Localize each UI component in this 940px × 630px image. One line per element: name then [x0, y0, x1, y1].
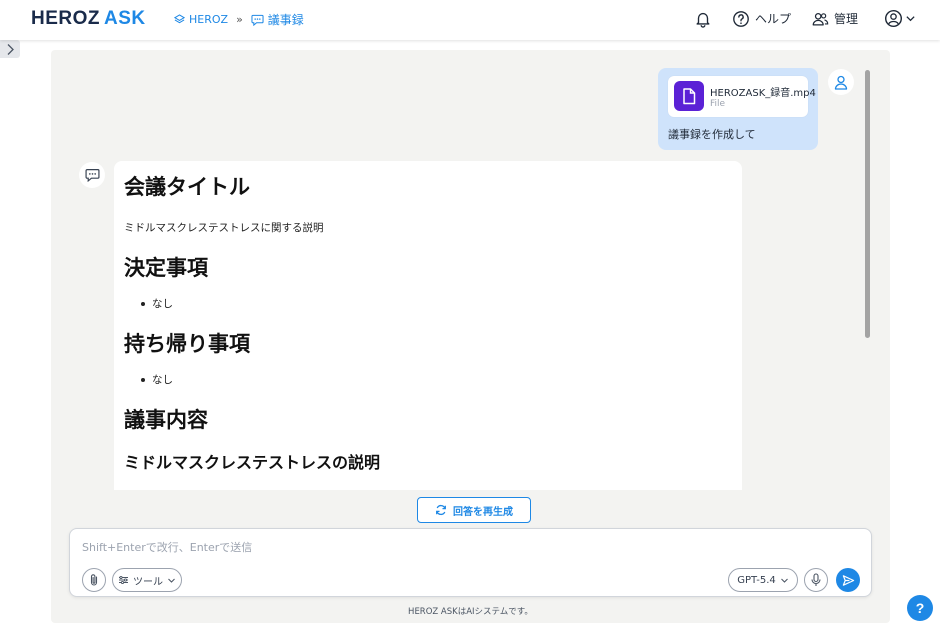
- brand-suffix: ASK: [104, 8, 146, 29]
- workspace-icon: [174, 14, 185, 24]
- breadcrumb-workspace-label: HEROZ: [189, 13, 229, 26]
- breadcrumb-page[interactable]: 議事録: [251, 11, 304, 28]
- list-item: なし: [124, 373, 732, 387]
- message-input[interactable]: [82, 538, 842, 556]
- breadcrumb: HEROZ » 議事録: [174, 11, 304, 28]
- minutes-subheading: ミドルマスクレステストレスの説明: [124, 453, 381, 472]
- assistant-message: 会議タイトル ミドルマスクレステストレスに関する説明 決定事項 なし 持ち帰り事…: [114, 161, 742, 490]
- notifications-button[interactable]: [694, 10, 712, 28]
- file-name: HEROZASK_録音.mp4: [710, 88, 816, 99]
- breadcrumb-workspace[interactable]: HEROZ: [174, 13, 228, 26]
- chevron-down-icon: [168, 578, 175, 583]
- bell-icon: [696, 12, 710, 28]
- user-icon: [834, 75, 848, 90]
- file-icon: [674, 81, 704, 111]
- account-icon: [884, 9, 903, 28]
- regenerate-button[interactable]: 回答を再生成: [417, 497, 531, 523]
- user-avatar: [828, 69, 854, 95]
- breadcrumb-separator: »: [236, 13, 243, 26]
- brand-name: HEROZ: [31, 8, 100, 29]
- chevron-right-icon: [7, 43, 14, 55]
- header-actions: ヘルプ 管理: [674, 9, 916, 28]
- chevron-down-icon: [780, 578, 788, 583]
- breadcrumb-page-label: 議事録: [267, 13, 304, 27]
- sidebar-toggle-button[interactable]: [0, 40, 20, 58]
- minutes-content-heading: 議事内容: [124, 408, 208, 432]
- admin-label: 管理: [833, 12, 858, 26]
- help-fab-button[interactable]: ?: [907, 595, 933, 621]
- takeaways-list: なし: [124, 373, 732, 387]
- ai-disclaimer: HEROZ ASKはAIシステムです。: [408, 607, 533, 617]
- help-button[interactable]: ヘルプ: [732, 10, 791, 28]
- app-header: HEROZ ASK HEROZ » 議事録 ヘルプ 管理: [0, 0, 940, 40]
- decisions-heading: 決定事項: [124, 256, 208, 280]
- model-selector[interactable]: GPT-5.4: [728, 568, 798, 592]
- scrollbar[interactable]: [865, 70, 870, 338]
- decisions-list: なし: [124, 297, 732, 311]
- chat-panel: HEROZASK_録音.mp4 File 議事録を作成して 会議タイトル ミドル…: [51, 50, 890, 623]
- user-message: HEROZASK_録音.mp4 File 議事録を作成して: [658, 68, 818, 150]
- user-message-text: 議事録を作成して: [668, 128, 756, 141]
- model-label: GPT-5.4: [737, 574, 776, 586]
- message-composer: ツール GPT-5.4: [69, 528, 872, 597]
- paperclip-icon: [90, 574, 98, 586]
- sliders-icon: [119, 575, 128, 585]
- send-icon: [842, 574, 854, 586]
- file-type: File: [710, 99, 726, 109]
- send-button[interactable]: [836, 568, 860, 592]
- account-menu-button[interactable]: [884, 9, 916, 28]
- attach-button[interactable]: [82, 568, 106, 592]
- help-circle-icon: [733, 10, 749, 27]
- tools-label: ツール: [133, 576, 163, 588]
- file-attachment[interactable]: HEROZASK_録音.mp4 File: [668, 76, 816, 117]
- mic-icon: [811, 573, 821, 586]
- admin-button[interactable]: 管理: [811, 10, 858, 28]
- regenerate-label: 回答を再生成: [453, 506, 513, 518]
- users-icon: [812, 12, 829, 25]
- tools-dropdown[interactable]: ツール: [112, 568, 182, 592]
- list-item: なし: [124, 297, 732, 311]
- chat-icon: [251, 14, 264, 26]
- chevron-down-icon: [906, 16, 915, 22]
- minutes-title-heading: 会議タイトル: [124, 175, 250, 199]
- minutes-title-description: ミドルマスクレステストレスに関する説明: [124, 222, 324, 234]
- voice-input-button[interactable]: [804, 568, 828, 592]
- help-label: ヘルプ: [754, 12, 791, 26]
- takeaways-heading: 持ち帰り事項: [124, 332, 250, 356]
- refresh-icon: [436, 504, 446, 516]
- brand-logo[interactable]: HEROZ ASK: [31, 8, 146, 30]
- chat-icon: [84, 169, 100, 182]
- assistant-avatar: [79, 162, 105, 188]
- message-list[interactable]: HEROZASK_録音.mp4 File 議事録を作成して 会議タイトル ミドル…: [51, 50, 890, 490]
